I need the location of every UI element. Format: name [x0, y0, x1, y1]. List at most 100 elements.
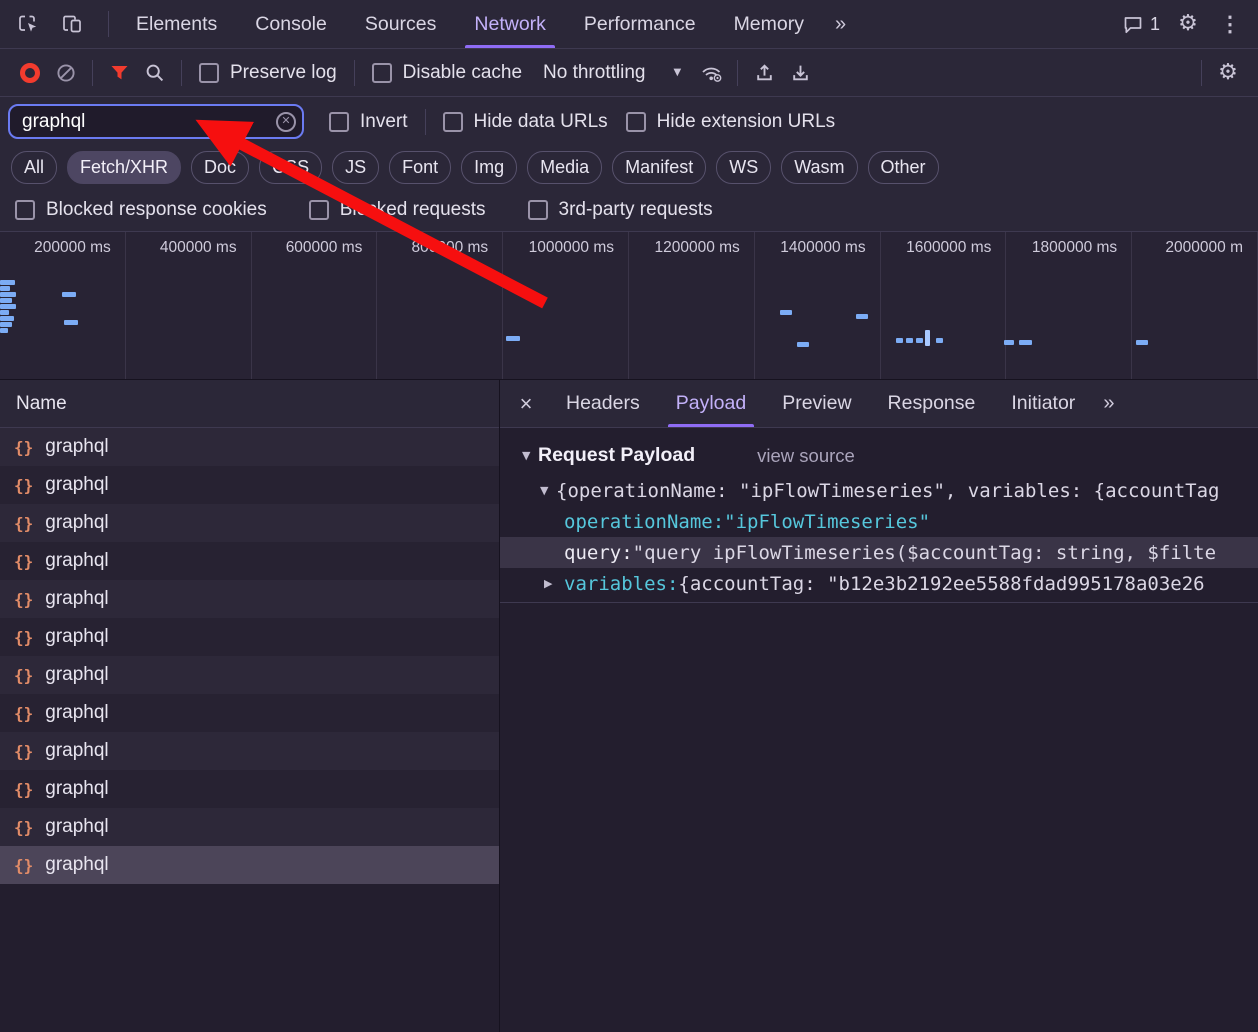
payload-row-variables[interactable]: ▶variables: {accountTag: "b12e3b2192ee55…: [500, 568, 1258, 599]
export-har-button[interactable]: [782, 55, 818, 91]
tab-memory[interactable]: Memory: [715, 0, 823, 48]
request-row[interactable]: {}graphql: [0, 732, 499, 770]
request-row[interactable]: {}graphql: [0, 808, 499, 846]
checkbox-box[interactable]: [199, 63, 219, 83]
filter-chip-fetch-xhr[interactable]: Fetch/XHR: [67, 151, 181, 184]
collapse-triangle-icon[interactable]: ▼: [522, 449, 538, 462]
import-har-button[interactable]: [746, 55, 782, 91]
request-name: graphql: [45, 626, 108, 648]
hide-data-urls-checkbox[interactable]: Hide data URLs: [434, 111, 617, 133]
detail-tab-payload[interactable]: Payload: [658, 380, 764, 427]
detail-tab-headers[interactable]: Headers: [548, 380, 658, 427]
request-row[interactable]: {}graphql: [0, 542, 499, 580]
throttling-select[interactable]: No throttling ▼: [531, 62, 693, 84]
waterfall-mark: [0, 304, 16, 309]
request-row[interactable]: {}graphql: [0, 580, 499, 618]
tab-network[interactable]: Network: [455, 0, 565, 48]
timeline-column: 600000 ms: [252, 232, 378, 379]
collapse-triangle-icon[interactable]: ▼: [540, 484, 556, 497]
checkbox-box[interactable]: [309, 200, 329, 220]
payload-row-query[interactable]: query: "query ipFlowTimeseries($accountT…: [500, 537, 1258, 568]
close-detail-button[interactable]: ×: [504, 380, 548, 427]
checkbox-box[interactable]: [15, 200, 35, 220]
tab-performance[interactable]: Performance: [565, 0, 715, 48]
tab-elements[interactable]: Elements: [117, 0, 236, 48]
clear-network-log-button[interactable]: [48, 55, 84, 91]
filter-chip-wasm[interactable]: Wasm: [781, 151, 857, 184]
more-detail-tabs-button[interactable]: »: [1093, 380, 1124, 427]
filter-toggle-button[interactable]: [101, 55, 137, 91]
request-row[interactable]: {}graphql: [0, 504, 499, 542]
settings-button[interactable]: ⚙: [1170, 6, 1206, 42]
checkbox-box[interactable]: [626, 112, 646, 132]
name-column-header[interactable]: Name: [0, 380, 499, 428]
timeline-label: 1000000 ms: [529, 239, 614, 257]
record-network-log-button[interactable]: [12, 55, 48, 91]
timeline-column: 2000000 m: [1132, 232, 1258, 379]
tab-console[interactable]: Console: [236, 0, 346, 48]
filter-chip-font[interactable]: Font: [389, 151, 451, 184]
request-row[interactable]: {}graphql: [0, 846, 499, 884]
network-conditions-button[interactable]: [693, 55, 729, 91]
checkbox-label: 3rd-party requests: [559, 199, 713, 221]
network-filter-input[interactable]: [8, 104, 304, 139]
filter-chip-ws[interactable]: WS: [716, 151, 771, 184]
filter-chip-js[interactable]: JS: [332, 151, 379, 184]
divider: [181, 60, 182, 86]
request-row[interactable]: {}graphql: [0, 656, 499, 694]
device-toolbar-icon: [61, 14, 83, 34]
json-braces-icon: {}: [14, 818, 33, 837]
timeline-label: 1200000 ms: [654, 239, 739, 257]
invert-checkbox[interactable]: Invert: [320, 111, 417, 133]
requests-panel: Name {}graphql{}graphql{}graphql{}graphq…: [0, 380, 500, 1032]
request-row[interactable]: {}graphql: [0, 618, 499, 656]
checkbox-box[interactable]: [329, 112, 349, 132]
json-braces-icon: {}: [14, 666, 33, 685]
detail-tab-preview[interactable]: Preview: [764, 380, 869, 427]
more-panels-button[interactable]: »: [823, 0, 858, 48]
expand-triangle-icon[interactable]: ▶: [544, 577, 560, 590]
waterfall-overview[interactable]: 200000 ms400000 ms600000 ms800000 ms1000…: [0, 232, 1258, 380]
checkbox-box[interactable]: [528, 200, 548, 220]
request-row[interactable]: {}graphql: [0, 694, 499, 732]
3rd-party-requests-checkbox[interactable]: 3rd-party requests: [519, 199, 722, 221]
blocked-requests-checkbox[interactable]: Blocked requests: [300, 199, 495, 221]
timeline-label: 200000 ms: [34, 239, 111, 257]
payload-row-operationname[interactable]: operationName: "ipFlowTimeseries": [500, 506, 1258, 537]
filter-chip-media[interactable]: Media: [527, 151, 602, 184]
filter-chip-other[interactable]: Other: [868, 151, 939, 184]
device-toolbar-button[interactable]: [54, 6, 90, 42]
filter-chip-all[interactable]: All: [11, 151, 57, 184]
timeline-label: 2000000 m: [1165, 239, 1243, 257]
filter-chip-css[interactable]: CSS: [259, 151, 322, 184]
waterfall-mark: [1019, 340, 1032, 345]
request-row[interactable]: {}graphql: [0, 770, 499, 808]
disable-cache-checkbox[interactable]: Disable cache: [363, 62, 531, 84]
request-row[interactable]: {}graphql: [0, 466, 499, 504]
inspect-element-button[interactable]: [10, 6, 46, 42]
double-chevron-icon: »: [1103, 392, 1114, 415]
more-options-button[interactable]: ⋮: [1212, 6, 1248, 42]
filter-chip-manifest[interactable]: Manifest: [612, 151, 706, 184]
filter-chip-img[interactable]: Img: [461, 151, 517, 184]
waterfall-mark: [916, 338, 923, 343]
clear-filter-icon[interactable]: ✕: [276, 112, 296, 132]
timeline-column: 1000000 ms: [503, 232, 629, 379]
detail-tab-response[interactable]: Response: [870, 380, 994, 427]
network-settings-button[interactable]: ⚙: [1210, 55, 1246, 91]
hide-extension-urls-checkbox[interactable]: Hide extension URLs: [617, 111, 844, 133]
checkbox-box[interactable]: [443, 112, 463, 132]
filter-chip-doc[interactable]: Doc: [191, 151, 249, 184]
checkbox-box[interactable]: [372, 63, 392, 83]
tab-sources[interactable]: Sources: [346, 0, 456, 48]
checkbox-label: Invert: [360, 111, 408, 133]
view-source-link[interactable]: view source: [757, 445, 855, 467]
blocked-response-cookies-checkbox[interactable]: Blocked response cookies: [6, 199, 276, 221]
request-payload-section-header[interactable]: ▼ Request Payload view source: [500, 440, 1258, 475]
console-messages-button[interactable]: 1: [1119, 6, 1164, 42]
payload-summary-row[interactable]: ▼ {operationName: "ipFlowTimeseries", va…: [500, 475, 1258, 506]
request-row[interactable]: {}graphql: [0, 428, 499, 466]
preserve-log-checkbox[interactable]: Preserve log: [190, 62, 346, 84]
detail-tab-initiator[interactable]: Initiator: [993, 380, 1093, 427]
search-button[interactable]: [137, 55, 173, 91]
